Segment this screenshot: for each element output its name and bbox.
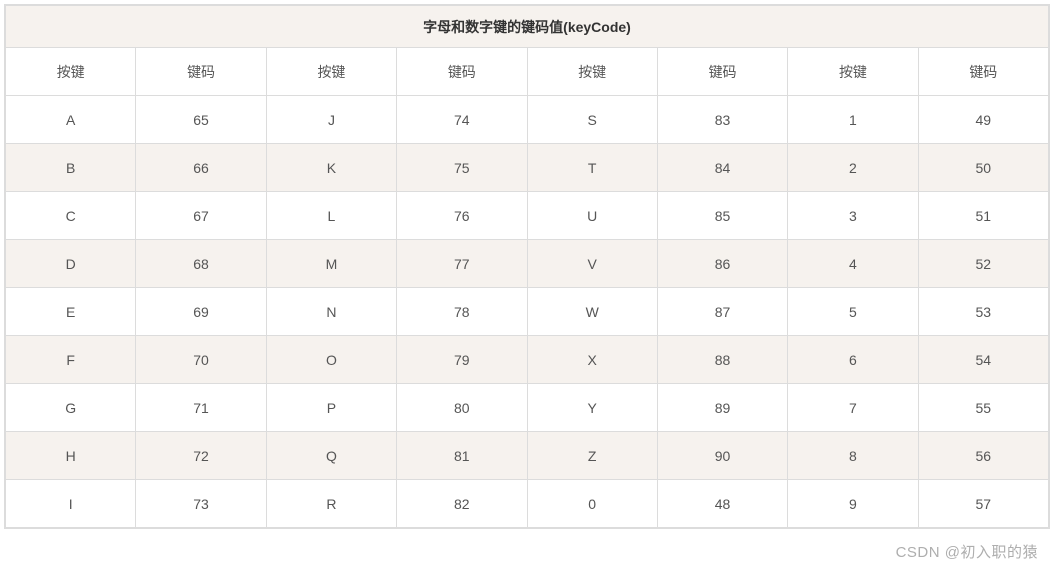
key-cell: M: [266, 240, 396, 288]
code-cell: 68: [136, 240, 266, 288]
code-cell: 84: [657, 144, 787, 192]
key-cell: 4: [788, 240, 918, 288]
table-title-row: 字母和数字键的键码值(keyCode): [6, 6, 1049, 48]
key-cell: 3: [788, 192, 918, 240]
key-cell: S: [527, 96, 657, 144]
code-cell: 89: [657, 384, 787, 432]
code-cell: 76: [397, 192, 527, 240]
code-cell: 82: [397, 480, 527, 528]
table-row: I 73 R 82 0 48 9 57: [6, 480, 1049, 528]
keycode-table-container: 字母和数字键的键码值(keyCode) 按键 键码 按键 键码 按键 键码 按键…: [4, 4, 1050, 529]
code-cell: 57: [918, 480, 1048, 528]
code-cell: 69: [136, 288, 266, 336]
col-header: 按键: [6, 48, 136, 96]
key-cell: Y: [527, 384, 657, 432]
table-row: G 71 P 80 Y 89 7 55: [6, 384, 1049, 432]
code-cell: 74: [397, 96, 527, 144]
key-cell: O: [266, 336, 396, 384]
code-cell: 65: [136, 96, 266, 144]
code-cell: 73: [136, 480, 266, 528]
code-cell: 56: [918, 432, 1048, 480]
col-header: 键码: [397, 48, 527, 96]
table-row: C 67 L 76 U 85 3 51: [6, 192, 1049, 240]
key-cell: N: [266, 288, 396, 336]
key-cell: 9: [788, 480, 918, 528]
code-cell: 66: [136, 144, 266, 192]
code-cell: 53: [918, 288, 1048, 336]
code-cell: 83: [657, 96, 787, 144]
code-cell: 48: [657, 480, 787, 528]
key-cell: U: [527, 192, 657, 240]
key-cell: J: [266, 96, 396, 144]
key-cell: I: [6, 480, 136, 528]
code-cell: 85: [657, 192, 787, 240]
code-cell: 54: [918, 336, 1048, 384]
key-cell: E: [6, 288, 136, 336]
key-cell: V: [527, 240, 657, 288]
key-cell: X: [527, 336, 657, 384]
table-row: A 65 J 74 S 83 1 49: [6, 96, 1049, 144]
code-cell: 88: [657, 336, 787, 384]
code-cell: 80: [397, 384, 527, 432]
code-cell: 70: [136, 336, 266, 384]
code-cell: 51: [918, 192, 1048, 240]
key-cell: 6: [788, 336, 918, 384]
table-row: B 66 K 75 T 84 2 50: [6, 144, 1049, 192]
key-cell: H: [6, 432, 136, 480]
key-cell: Z: [527, 432, 657, 480]
key-cell: W: [527, 288, 657, 336]
key-cell: L: [266, 192, 396, 240]
key-cell: 1: [788, 96, 918, 144]
code-cell: 71: [136, 384, 266, 432]
key-cell: 0: [527, 480, 657, 528]
table-row: H 72 Q 81 Z 90 8 56: [6, 432, 1049, 480]
code-cell: 55: [918, 384, 1048, 432]
key-cell: K: [266, 144, 396, 192]
code-cell: 72: [136, 432, 266, 480]
code-cell: 67: [136, 192, 266, 240]
col-header: 按键: [266, 48, 396, 96]
col-header: 键码: [657, 48, 787, 96]
code-cell: 79: [397, 336, 527, 384]
table-header-row: 按键 键码 按键 键码 按键 键码 按键 键码: [6, 48, 1049, 96]
col-header: 按键: [788, 48, 918, 96]
code-cell: 78: [397, 288, 527, 336]
key-cell: 8: [788, 432, 918, 480]
code-cell: 90: [657, 432, 787, 480]
key-cell: D: [6, 240, 136, 288]
code-cell: 87: [657, 288, 787, 336]
table-row: F 70 O 79 X 88 6 54: [6, 336, 1049, 384]
code-cell: 81: [397, 432, 527, 480]
key-cell: T: [527, 144, 657, 192]
col-header: 键码: [136, 48, 266, 96]
table-title: 字母和数字键的键码值(keyCode): [6, 6, 1049, 48]
key-cell: F: [6, 336, 136, 384]
watermark-text: CSDN @初入职的猿: [896, 541, 1038, 562]
key-cell: R: [266, 480, 396, 528]
key-cell: P: [266, 384, 396, 432]
key-cell: 7: [788, 384, 918, 432]
col-header: 键码: [918, 48, 1048, 96]
key-cell: 2: [788, 144, 918, 192]
code-cell: 77: [397, 240, 527, 288]
keycode-table: 字母和数字键的键码值(keyCode) 按键 键码 按键 键码 按键 键码 按键…: [5, 5, 1049, 528]
key-cell: A: [6, 96, 136, 144]
table-row: E 69 N 78 W 87 5 53: [6, 288, 1049, 336]
code-cell: 86: [657, 240, 787, 288]
key-cell: B: [6, 144, 136, 192]
code-cell: 49: [918, 96, 1048, 144]
table-row: D 68 M 77 V 86 4 52: [6, 240, 1049, 288]
key-cell: G: [6, 384, 136, 432]
key-cell: C: [6, 192, 136, 240]
code-cell: 52: [918, 240, 1048, 288]
key-cell: 5: [788, 288, 918, 336]
code-cell: 75: [397, 144, 527, 192]
code-cell: 50: [918, 144, 1048, 192]
col-header: 按键: [527, 48, 657, 96]
key-cell: Q: [266, 432, 396, 480]
